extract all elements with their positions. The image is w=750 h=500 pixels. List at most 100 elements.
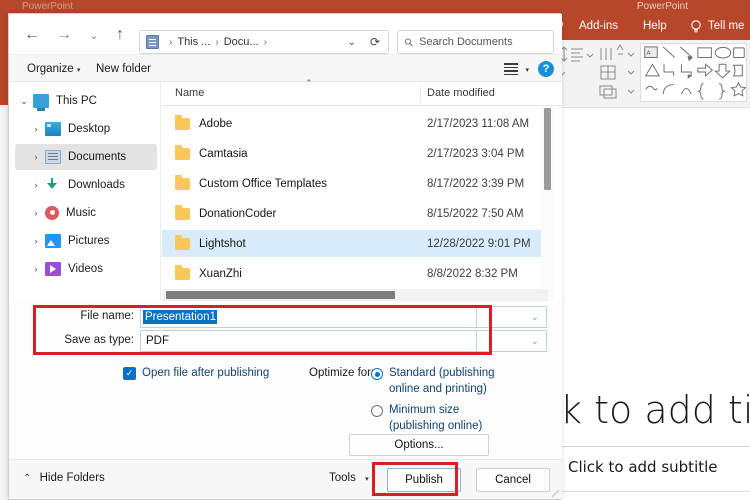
options-button[interactable]: Options... — [349, 434, 489, 456]
chevron-right-icon[interactable]: › — [27, 124, 45, 134]
back-button[interactable]: ← — [19, 22, 45, 48]
pictures-icon — [45, 234, 61, 248]
save-as-type-input[interactable]: PDF — [140, 330, 477, 352]
sidebar-item-label: Documents — [68, 151, 127, 163]
breadcrumb-segment-this-pc[interactable]: This ... — [177, 36, 210, 48]
sidebar-item-label: Desktop — [68, 123, 111, 135]
chevron-down-icon: ⌄ — [530, 311, 539, 323]
hide-folders-button[interactable]: ⌃ Hide Folders — [23, 472, 105, 484]
help-icon[interactable]: ? — [538, 61, 554, 77]
chevron-right-icon[interactable]: › — [27, 180, 45, 190]
chevron-down-icon[interactable]: ⌄ — [348, 37, 356, 48]
dialog-footer: ⌃ Hide Folders Tools ▾ Publish Cancel — [9, 459, 562, 499]
forward-button[interactable]: → — [51, 22, 77, 48]
save-as-type-dropdown-button[interactable]: ⌄ — [477, 330, 547, 352]
chevron-down-icon: ▾ — [76, 67, 81, 74]
open-after-publish-checkbox[interactable]: ✓ — [123, 367, 136, 380]
shape-gallery[interactable]: A — [640, 43, 747, 102]
radio-standard-label-line2[interactable]: online and printing) — [389, 383, 487, 395]
view-list-icon[interactable] — [504, 63, 518, 76]
file-name: Lightshot — [199, 237, 246, 250]
up-one-level-button[interactable]: ↑ — [107, 22, 133, 48]
file-date-modified: 2/17/2023 11:08 AM — [427, 117, 530, 130]
organize-button[interactable]: Organize ▾ — [27, 55, 80, 83]
folder-icon — [175, 114, 190, 130]
powerpoint-title-text: PowerPoint — [22, 1, 74, 12]
recent-locations-button[interactable]: ⌄ — [81, 22, 107, 48]
folder-icon — [175, 144, 190, 160]
chevron-down-icon[interactable]: ▾ — [525, 66, 529, 74]
sidebar-item-documents[interactable]: › Documents — [15, 144, 157, 170]
dialog-body: ⌄ This PC › Desktop › Documents › Downlo… — [9, 78, 562, 301]
chevron-right-icon[interactable]: › — [27, 152, 45, 162]
vertical-scrollbar-thumb[interactable] — [544, 108, 551, 190]
slide-divider — [556, 446, 750, 447]
column-header-date-modified[interactable]: Date modified — [427, 87, 495, 99]
radio-standard-label-line1[interactable]: Standard (publishing — [389, 367, 495, 379]
chevron-down-icon[interactable]: ⌄ — [15, 96, 33, 107]
search-box[interactable]: ⚲ Search Documents — [397, 30, 554, 54]
ribbon-tab-help[interactable]: Help — [643, 13, 667, 40]
hide-folders-label: Hide Folders — [39, 472, 105, 484]
refresh-icon[interactable]: ⟳ — [370, 35, 380, 49]
resize-grip[interactable] — [552, 490, 559, 497]
publish-button[interactable]: Publish — [387, 468, 461, 492]
sidebar-item-pictures[interactable]: › Pictures — [15, 228, 157, 254]
file-name-input[interactable]: Presentation1 — [140, 306, 477, 328]
slide-subtitle-placeholder[interactable]: Click to add subtitle — [568, 458, 750, 476]
videos-icon — [45, 262, 61, 276]
breadcrumb-segment-documents[interactable]: Docu... — [224, 36, 259, 48]
chevron-right-icon[interactable]: › — [27, 264, 45, 274]
open-after-publish-label[interactable]: Open file after publishing — [142, 367, 269, 379]
horizontal-scrollbar[interactable] — [162, 289, 548, 301]
sidebar-item-label: Music — [66, 207, 97, 219]
sidebar-item-music[interactable]: › Music — [15, 200, 157, 226]
new-folder-button[interactable]: New folder — [96, 55, 151, 83]
search-input[interactable]: Search Documents — [419, 36, 513, 48]
table-row[interactable]: Lightshot 12/28/2022 9:01 PM — [162, 230, 548, 257]
column-divider[interactable] — [420, 86, 421, 102]
radio-minimum-size[interactable] — [371, 405, 383, 417]
sidebar-item-downloads[interactable]: › Downloads — [15, 172, 157, 198]
slide-canvas[interactable]: k to add tit Click to add subtitle — [555, 108, 750, 500]
breadcrumb-separator: › — [215, 36, 219, 48]
music-icon — [45, 206, 59, 220]
file-name-dropdown-button[interactable]: ⌄ — [477, 306, 547, 328]
table-row[interactable]: Camtasia 2/17/2023 3:04 PM — [162, 140, 548, 167]
vertical-scrollbar[interactable] — [541, 106, 554, 301]
powerpoint-ribbon-body: A — [555, 40, 750, 108]
sidebar-item-this-pc[interactable]: ⌄ This PC — [15, 88, 157, 114]
radio-standard[interactable] — [371, 368, 383, 380]
table-row[interactable]: DonationCoder 8/15/2022 7:50 AM — [162, 200, 548, 227]
radio-minimum-size-label-line1[interactable]: Minimum size — [389, 404, 459, 416]
file-date-modified: 8/15/2022 7:50 AM — [427, 207, 524, 220]
cancel-button[interactable]: Cancel — [476, 468, 550, 492]
file-date-modified: 8/8/2022 8:32 PM — [427, 267, 518, 280]
chevron-right-icon[interactable]: › — [27, 236, 45, 246]
save-as-type-value: PDF — [146, 335, 169, 347]
table-row[interactable]: Adobe 2/17/2023 11:08 AM — [162, 110, 548, 137]
sidebar-item-label: This PC — [56, 95, 97, 107]
sidebar-item-desktop[interactable]: › Desktop — [15, 116, 157, 142]
chevron-right-icon[interactable]: › — [27, 208, 45, 218]
file-date-modified: 12/28/2022 9:01 PM — [427, 237, 531, 250]
horizontal-scrollbar-thumb[interactable] — [166, 291, 395, 299]
table-row[interactable]: XuanZhi 8/8/2022 8:32 PM — [162, 260, 548, 287]
breadcrumb[interactable]: › This ... › Docu... › ⌄ ⟳ — [139, 30, 389, 54]
file-name-label: File name: — [80, 310, 134, 322]
folder-icon — [175, 204, 190, 220]
powerpoint-slide-area: k to add tit Click to add subtitle — [555, 108, 750, 500]
column-header-name[interactable]: Name — [175, 87, 204, 99]
powerpoint-title-right-text: PowerPoint — [636, 1, 688, 12]
ribbon-tab-addins[interactable]: Add-ins — [579, 13, 618, 40]
chevron-down-icon: ▾ — [365, 476, 369, 483]
slide-divider-lower — [556, 491, 750, 492]
table-row[interactable]: Custom Office Templates 8/17/2022 3:39 P… — [162, 170, 548, 197]
navigation-tree: ⌄ This PC › Desktop › Documents › Downlo… — [9, 82, 161, 301]
slide-title-placeholder[interactable]: k to add tit — [560, 388, 750, 432]
ribbon-tab-tell-me[interactable]: Tell me — [708, 13, 744, 40]
tools-button[interactable]: Tools ▾ — [329, 472, 369, 484]
sidebar-item-videos[interactable]: › Videos — [15, 256, 157, 282]
chevron-up-icon: ⌃ — [23, 473, 32, 484]
radio-minimum-size-label-line2[interactable]: (publishing online) — [389, 420, 482, 432]
